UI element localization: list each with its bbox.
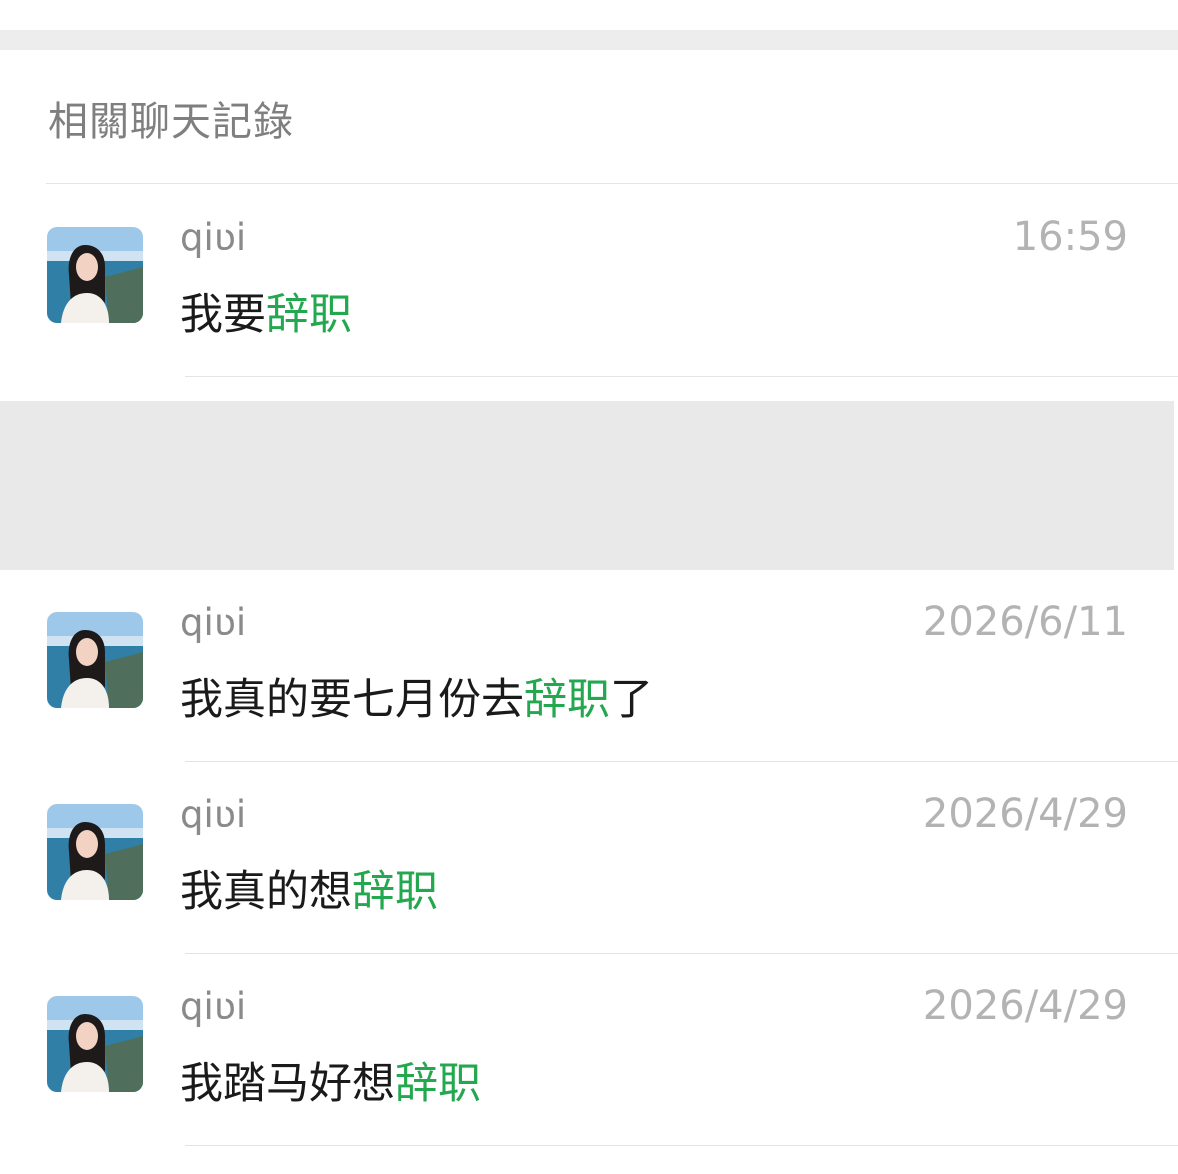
sender-name: qiʋi: [180, 985, 247, 1028]
avatar: [47, 996, 143, 1092]
message-time: 2026/6/11: [922, 599, 1128, 645]
divider: [46, 183, 1178, 184]
keyword-highlight: 辞职: [266, 290, 352, 340]
chat-result-item[interactable]: qiʋi 2026/4/29 我真的想辞职: [0, 762, 1178, 954]
message-time: 16:59: [1012, 214, 1128, 260]
message-preview: 我真的想辞职: [180, 867, 438, 917]
section-separator: [0, 30, 1178, 50]
message-time: 2026/4/29: [922, 983, 1128, 1029]
message-preview: 我踏马好想辞职: [180, 1059, 481, 1109]
top-bar: [0, 0, 1178, 30]
sender-name: qiʋi: [180, 793, 247, 836]
message-preview: 我要辞职: [180, 290, 352, 340]
message-time: 2026/4/29: [922, 791, 1128, 837]
avatar: [47, 612, 143, 708]
avatar: [47, 227, 143, 323]
sender-name: qiʋi: [180, 216, 247, 259]
divider: [185, 376, 1178, 377]
chat-result-item[interactable]: qiʋi 16:59 我要辞职: [0, 185, 1178, 377]
message-preview: 我真的要七月份去辞职了: [180, 675, 653, 725]
chat-result-item[interactable]: qiʋi 2026/4/29 我踏马好想辞职: [0, 954, 1178, 1146]
keyword-highlight: 辞职: [395, 1059, 481, 1109]
keyword-highlight: 辞职: [352, 867, 438, 917]
avatar: [47, 804, 143, 900]
chat-result-item[interactable]: qiʋi 2026/6/11 我真的要七月份去辞职了: [0, 570, 1178, 762]
section-title: 相關聊天記錄: [48, 99, 294, 145]
keyword-highlight: 辞职: [524, 675, 610, 725]
divider: [185, 1145, 1178, 1146]
blank-area: [0, 401, 1174, 580]
sender-name: qiʋi: [180, 601, 247, 644]
